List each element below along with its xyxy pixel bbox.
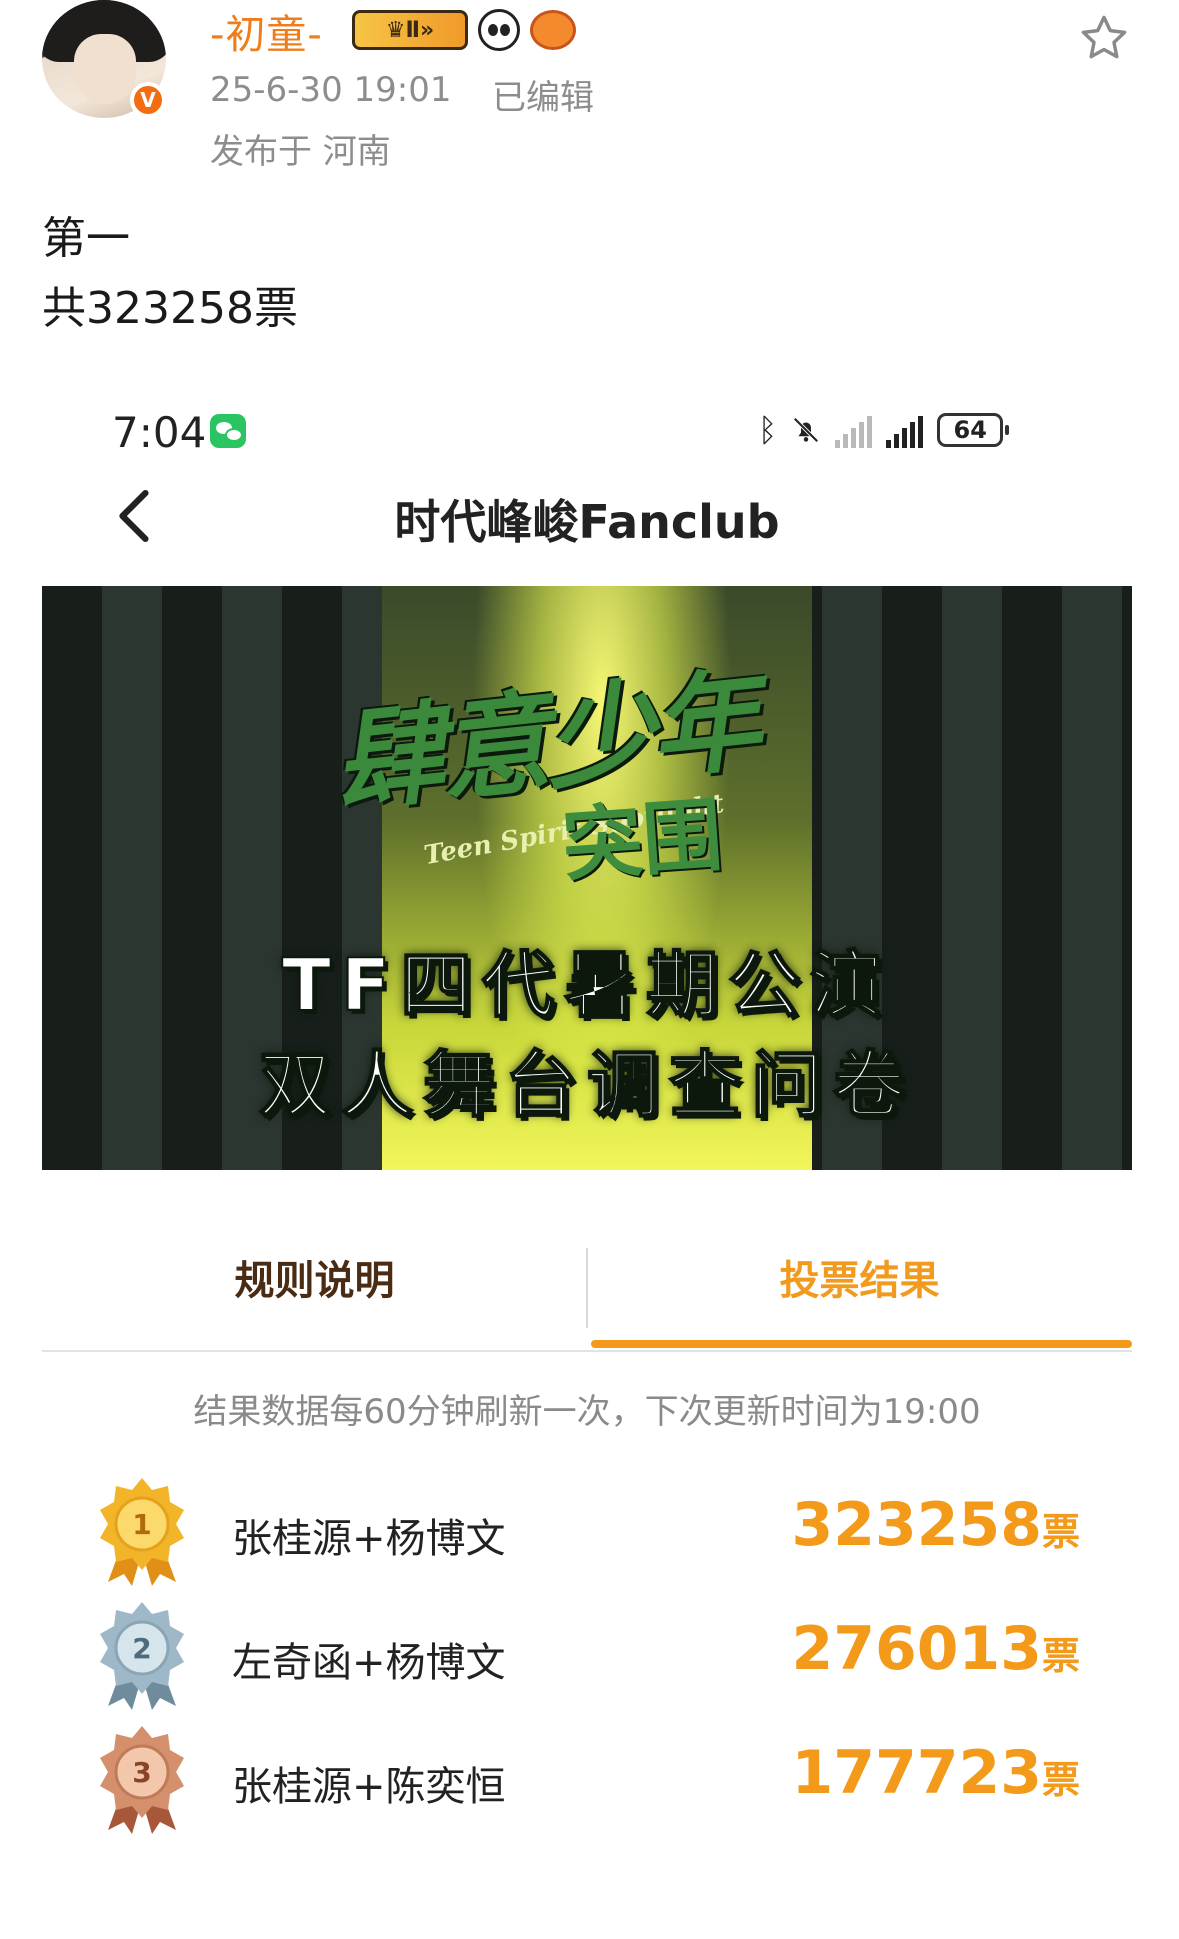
pair-name: 张桂源+陈奕恒 <box>232 1764 506 1810</box>
username[interactable]: -初童- <box>210 2 323 60</box>
medal-rank-number: 1 <box>132 1508 151 1541</box>
silver-medal-icon: 2 <box>100 1602 184 1710</box>
tab-bar: 规则说明 投票结果 <box>42 1238 1132 1358</box>
refresh-notice: 结果数据每60分钟刷新一次，下次更新时间为19:00 <box>193 1392 981 1432</box>
medal-rank-number: 3 <box>132 1756 151 1789</box>
post-text-line: 共323258票 <box>42 283 298 334</box>
result-row[interactable]: 3 张桂源+陈奕恒 177723票 <box>42 1724 1132 1844</box>
vote-count: 276013票 <box>791 1614 1080 1684</box>
battery-icon: 64 <box>937 413 1010 447</box>
vote-number: 323258 <box>791 1490 1042 1560</box>
fish-badge-icon[interactable] <box>530 10 576 50</box>
embedded-screenshot[interactable]: 7:04 ᛒ 64 时代峰峻Fanclub 肆意少年 Teen Spirit S… <box>42 378 1132 1939</box>
vote-number: 177723 <box>791 1738 1042 1808</box>
active-tab-indicator <box>591 1340 1132 1348</box>
avatar-face <box>74 34 136 104</box>
verified-badge-icon: V <box>130 82 166 118</box>
post-time: 25-6-30 19:01 <box>210 70 452 110</box>
vote-number: 276013 <box>791 1614 1042 1684</box>
status-time: 7:04 <box>112 408 207 457</box>
signal-sim1-icon <box>835 412 873 448</box>
mute-bell-icon <box>793 417 819 443</box>
result-row[interactable]: 1 张桂源+杨博文 323258票 <box>42 1476 1132 1596</box>
pair-name: 左奇函+杨博文 <box>232 1640 506 1686</box>
badge-level-text: Ⅱ <box>405 17 421 43</box>
status-icons: ᛒ 64 <box>758 410 1010 450</box>
post-header: V -初童- ♛ Ⅱ » 25-6-30 19:01 已编辑 发布于 河南 <box>0 0 1179 180</box>
vote-count: 323258票 <box>791 1490 1080 1560</box>
signal-sim2-icon <box>886 412 924 448</box>
bronze-medal-icon: 3 <box>100 1726 184 1834</box>
tab-bar-divider <box>42 1350 1132 1352</box>
page-title: 时代峰峻Fanclub <box>394 495 780 549</box>
banner-chinese-subtitle: 突围 <box>559 787 726 893</box>
vote-unit: 票 <box>1041 1758 1080 1802</box>
vote-unit: 票 <box>1041 1510 1080 1554</box>
post-location: 发布于 河南 <box>210 132 391 172</box>
vote-unit: 票 <box>1041 1634 1080 1678</box>
banner-headline-2: 双人舞台调查问卷 <box>258 1042 915 1128</box>
edited-label[interactable]: 已编辑 <box>492 70 594 119</box>
result-row[interactable]: 2 左奇函+杨博文 276013票 <box>42 1600 1132 1720</box>
panda-badge-icon[interactable] <box>478 9 520 51</box>
post-body: 第一 共323258票 <box>42 204 298 344</box>
wechat-icon <box>210 414 246 448</box>
bluetooth-icon: ᛒ <box>758 411 778 449</box>
favorite-star-icon[interactable] <box>1078 12 1130 64</box>
user-badges: ♛ Ⅱ » <box>352 8 576 52</box>
tab-rules[interactable]: 规则说明 <box>42 1238 587 1338</box>
pair-name: 张桂源+杨博文 <box>232 1516 506 1562</box>
tab-results[interactable]: 投票结果 <box>587 1238 1132 1338</box>
medal-rank-number: 2 <box>132 1632 151 1665</box>
gold-medal-icon: 1 <box>100 1478 184 1586</box>
vote-count: 177723票 <box>791 1738 1080 1808</box>
post-text-line: 第一 <box>42 213 130 264</box>
crown-level-badge-icon[interactable]: ♛ Ⅱ » <box>352 10 468 50</box>
event-banner: 肆意少年 Teen Spirit Spotlight 突围 TF四代暑期公演 双… <box>42 586 1132 1170</box>
banner-headline-1: TF四代暑期公演 <box>281 942 893 1028</box>
status-bar: 7:04 ᛒ 64 <box>42 378 1132 468</box>
